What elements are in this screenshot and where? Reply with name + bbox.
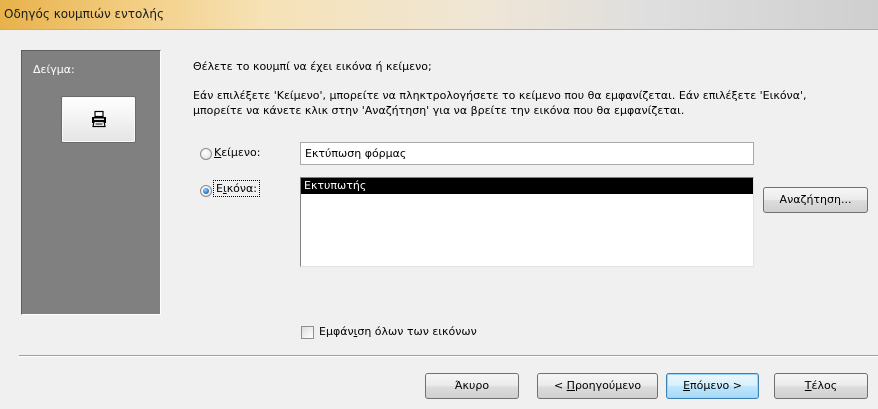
back-button[interactable]: < Προηγούμενο: [537, 373, 658, 399]
list-item[interactable]: Εκτυπωτής: [301, 178, 753, 194]
title-bar[interactable]: Οδηγός κουμπιών εντολής: [0, 0, 878, 30]
back-label-prefix: <: [553, 379, 567, 392]
next-label-rest: πόμενο >: [690, 379, 742, 392]
button-text-input[interactable]: [300, 142, 754, 165]
text-radio-label[interactable]: Κείμενο:: [214, 146, 260, 159]
show-all-pictures-checkbox[interactable]: [301, 326, 314, 339]
show-all-pictures-label[interactable]: Εμφάνιση όλων των εικόνων: [319, 325, 477, 338]
show-all-label-rest: ση όλων των εικόνων: [357, 325, 477, 338]
picture-radio-label[interactable]: Εικόνα:: [213, 180, 261, 197]
text-radio[interactable]: [200, 148, 212, 160]
show-all-label-prefix: Εμφάν: [319, 325, 354, 338]
browse-button[interactable]: Αναζήτηση...: [763, 187, 868, 213]
finish-label-rest: έλος: [811, 379, 838, 392]
picture-radio[interactable]: [200, 185, 212, 197]
picture-label-rest: κόνα:: [226, 182, 258, 195]
sample-label: Δείγμα:: [33, 63, 75, 76]
printer-icon: [92, 110, 106, 128]
next-label-mnemonic: Ε: [683, 379, 691, 392]
next-button[interactable]: Επόμενο >: [666, 373, 759, 399]
window-title: Οδηγός κουμπιών εντολής: [4, 7, 165, 21]
instructions-text: Εάν επιλέξετε 'Κείμενο', μπορείτε να πλη…: [193, 88, 853, 118]
finish-button[interactable]: Τέλος: [774, 373, 868, 399]
back-label-rest: ροηγούμενο: [574, 379, 642, 392]
instructions-line-2: μπορείτε να κάνετε κλικ στην 'Αναζήτηση'…: [193, 104, 685, 117]
sample-preview-button: [61, 96, 136, 143]
footer-separator: [19, 355, 878, 357]
picture-label-prefix: Ε: [216, 182, 223, 195]
picture-list[interactable]: Εκτυπωτής: [300, 177, 754, 267]
sample-panel: Δείγμα:: [21, 50, 161, 315]
finish-label-mnemonic: Τ: [804, 379, 812, 392]
instructions-line-1: Εάν επιλέξετε 'Κείμενο', μπορείτε να πλη…: [193, 89, 807, 102]
back-label-mnemonic: Π: [566, 379, 575, 392]
cancel-button[interactable]: Άκυρο: [425, 373, 519, 399]
question-text: Θέλετε το κουμπί να έχει εικόνα ή κείμεν…: [193, 60, 432, 73]
command-button-wizard-window: Οδηγός κουμπιών εντολής Δείγμα: Θέλετε τ…: [0, 0, 878, 409]
text-label-rest: είμενο:: [221, 146, 261, 159]
